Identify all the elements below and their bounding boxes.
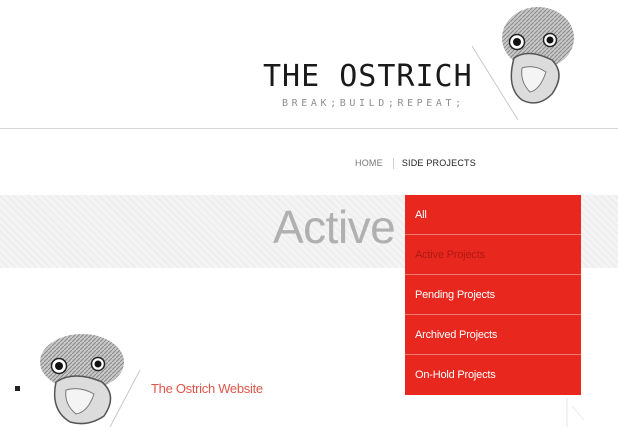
dropdown-item-on-hold-projects[interactable]: On-Hold Projects	[405, 355, 581, 395]
dropdown-item-pending-projects[interactable]: Pending Projects	[405, 275, 581, 315]
nav-item-side-projects[interactable]: SIDE PROJECTS	[402, 158, 476, 168]
header-divider	[0, 128, 618, 129]
project-link[interactable]: The Ostrich Website	[151, 381, 263, 396]
page-edge-decoration	[566, 398, 585, 427]
nav-item-home[interactable]: HOME	[355, 158, 383, 168]
dropdown-item-active-projects[interactable]: Active Projects	[405, 235, 581, 275]
site-header: THE OSTRICH BREAK;BUILD;REPEAT;	[0, 0, 618, 129]
dropdown-item-all[interactable]: All	[405, 195, 581, 235]
ostrich-head-icon[interactable]	[470, 2, 580, 120]
nav-separator	[392, 157, 394, 169]
site-tagline: BREAK;BUILD;REPEAT;	[282, 98, 465, 109]
projects-dropdown-menu: All Active Projects Pending Projects Arc…	[405, 195, 581, 395]
page-title: Active	[273, 201, 396, 253]
dropdown-item-archived-projects[interactable]: Archived Projects	[405, 315, 581, 355]
site-title[interactable]: THE OSTRICH	[263, 62, 473, 92]
ostrich-head-icon[interactable]	[28, 330, 148, 427]
list-bullet	[15, 386, 20, 391]
main-nav: HOME SIDE PROJECTS	[355, 156, 476, 170]
